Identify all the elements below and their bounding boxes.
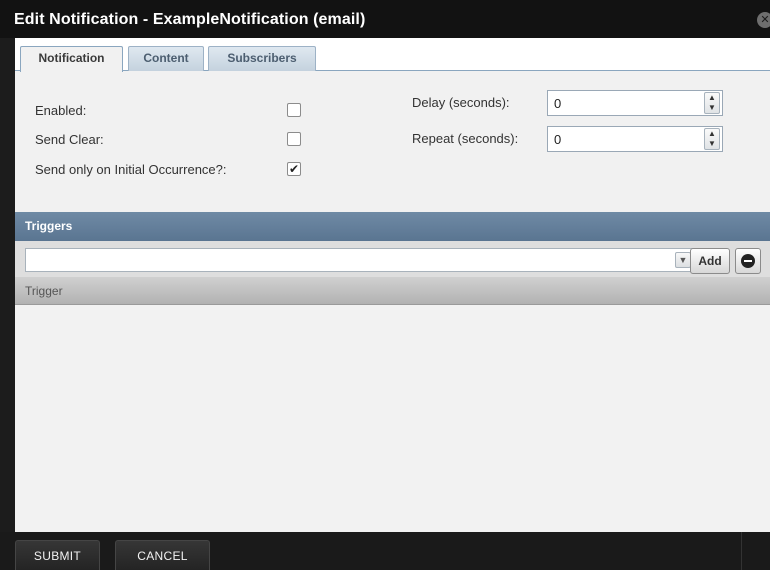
dialog-titlebar[interactable]: Edit Notification - ExampleNotification … bbox=[0, 0, 770, 38]
cancel-button[interactable]: CANCEL bbox=[115, 540, 210, 570]
tab-content[interactable]: Content bbox=[128, 46, 204, 71]
repeat-spin-buttons: ▲ ▼ bbox=[704, 128, 720, 150]
minus-circle-icon bbox=[741, 254, 755, 268]
dialog-body: Notification Content Subscribers Enabled… bbox=[15, 38, 770, 532]
repeat-label: Repeat (seconds): bbox=[412, 131, 519, 146]
trigger-grid-body bbox=[15, 305, 770, 532]
tab-notification[interactable]: Notification bbox=[20, 46, 123, 72]
initial-occurrence-checkbox[interactable]: ✔ bbox=[287, 162, 301, 176]
delay-spin-buttons: ▲ ▼ bbox=[704, 92, 720, 114]
enabled-label: Enabled: bbox=[35, 103, 87, 118]
chevron-down-icon[interactable]: ▼ bbox=[705, 103, 719, 113]
submit-button[interactable]: SUBMIT bbox=[15, 540, 100, 570]
dialog-title: Edit Notification - ExampleNotification … bbox=[14, 11, 366, 28]
delay-input[interactable] bbox=[548, 91, 698, 115]
dialog-footer: SUBMIT CANCEL bbox=[0, 532, 770, 570]
close-icon[interactable]: ✕ bbox=[757, 12, 770, 28]
tab-subscribers[interactable]: Subscribers bbox=[208, 46, 316, 71]
triggers-section-header: Triggers bbox=[15, 212, 770, 241]
edit-notification-dialog: Edit Notification - ExampleNotification … bbox=[0, 0, 770, 570]
trigger-select[interactable]: ▼ bbox=[25, 248, 695, 272]
trigger-toolbar: ▼ Add bbox=[15, 241, 770, 277]
chevron-down-icon[interactable]: ▼ bbox=[675, 252, 691, 268]
send-clear-checkbox[interactable] bbox=[287, 132, 301, 146]
chevron-up-icon[interactable]: ▲ bbox=[705, 129, 719, 139]
add-trigger-button[interactable]: Add bbox=[690, 248, 730, 274]
trigger-column-header[interactable]: Trigger bbox=[15, 277, 770, 305]
repeat-input[interactable] bbox=[548, 127, 698, 151]
initial-occurrence-label: Send only on Initial Occurrence?: bbox=[35, 162, 227, 177]
delay-label: Delay (seconds): bbox=[412, 95, 510, 110]
send-clear-label: Send Clear: bbox=[35, 132, 104, 147]
chevron-down-icon[interactable]: ▼ bbox=[705, 139, 719, 149]
footer-divider bbox=[741, 532, 742, 570]
chevron-up-icon[interactable]: ▲ bbox=[705, 93, 719, 103]
enabled-checkbox[interactable] bbox=[287, 103, 301, 117]
delay-spinner: ▲ ▼ bbox=[547, 90, 723, 116]
tab-strip: Notification Content Subscribers bbox=[15, 38, 770, 72]
repeat-spinner: ▲ ▼ bbox=[547, 126, 723, 152]
remove-trigger-button[interactable] bbox=[735, 248, 761, 274]
